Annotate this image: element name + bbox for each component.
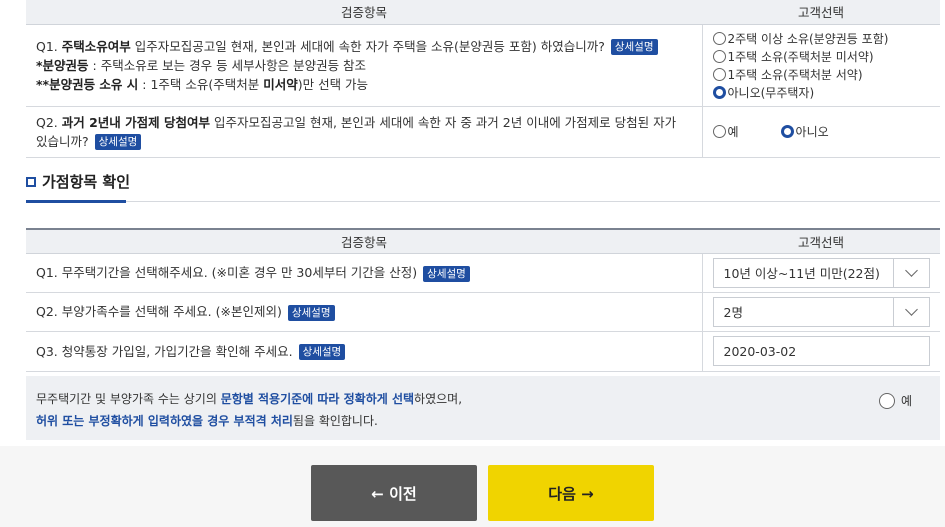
notice-line1a: 무주택기간 및 부양가족 수는 상기의 xyxy=(36,392,221,406)
q1-option-4[interactable]: 아니오(무주택자) xyxy=(712,83,931,101)
chevron-down-icon[interactable] xyxy=(893,258,929,287)
table2-row-q2: Q2. 부양가족수를 선택해 주세요. (※본인제외) 상세설명 2명 xyxy=(26,292,940,332)
q1-note1-label: *분양권등 xyxy=(36,57,89,73)
subscription-date-value: 2020-03-02 xyxy=(723,343,797,359)
table1-header-choice: 고객선택 xyxy=(702,0,940,25)
section-underline xyxy=(26,200,126,203)
table1-row-q2: Q2. 과거 2년내 가점제 당첨여부 입주자모집공고일 현재, 본인과 세대에… xyxy=(26,106,940,158)
q1-option-4-label: 아니오(무주택자) xyxy=(727,85,815,100)
homeless-period-select[interactable]: 10년 이상~11년 미만(22점) xyxy=(712,257,930,288)
q1-note1: : 주택소유로 보는 경우 등 세부사항은 분양권등 참조 xyxy=(88,57,367,73)
verification-table-1: 검증항목 고객선택 Q1. 주택소유여부 입주자모집공고일 현재, 본인과 세대… xyxy=(26,0,940,158)
q1-text: 입주자모집공고일 현재, 본인과 세대에 속한 자가 주택을 소유(분양권등 포… xyxy=(134,38,605,54)
q1-note2-label: **분양권등 소유 시 xyxy=(36,76,139,92)
q1-option-3-label: 1주택 소유(주택처분 서약) xyxy=(727,67,863,82)
radio-icon[interactable] xyxy=(712,31,726,45)
q2-detail-button[interactable]: 상세설명 xyxy=(94,134,142,150)
q1-option-1[interactable]: 2주택 이상 소유(분양권등 포함) xyxy=(712,29,931,47)
score-table-wrap: 검증항목 고객선택 Q1. 무주택기간을 선택해주세요. (※미혼 경우 만 3… xyxy=(26,228,940,372)
q2-option-no-label: 아니오 xyxy=(795,125,829,139)
section-title-text: 가점항목 확인 xyxy=(42,173,131,191)
q1-option-2[interactable]: 1주택 소유(주택처분 미서약) xyxy=(712,47,931,65)
t2-q2-text: Q2. 부양가족수를 선택해 주세요. (※본인제외) xyxy=(36,304,282,319)
table2-q3-question: Q3. 청약통장 가입일, 가입기간을 확인해 주세요. 상세설명 xyxy=(26,331,702,372)
table1-q2-options: 예 아니오 xyxy=(701,106,940,158)
t2-q1-detail-button[interactable]: 상세설명 xyxy=(423,265,470,282)
q2-title: 과거 2년내 가점제 당첨여부 xyxy=(61,114,211,130)
table1-row-q1: Q1. 주택소유여부 입주자모집공고일 현재, 본인과 세대에 속한 자가 주택… xyxy=(26,24,940,107)
subscription-date-field[interactable]: 2020-03-02 xyxy=(712,336,930,366)
radio-selected-icon[interactable] xyxy=(712,85,726,99)
table2-row-q3: Q3. 청약통장 가입일, 가입기간을 확인해 주세요. 상세설명 2020-0… xyxy=(26,331,940,372)
dependents-select[interactable]: 2명 xyxy=(712,296,930,327)
confirmation-notice: 무주택기간 및 부양가족 수는 상기의 문항별 적용기준에 따라 정확하게 선택… xyxy=(26,376,940,440)
verification-table-2: 검증항목 고객선택 Q1. 무주택기간을 선택해주세요. (※미혼 경우 만 3… xyxy=(26,228,940,372)
radio-icon[interactable] xyxy=(712,125,726,138)
q1-number: Q1. xyxy=(36,38,58,54)
table2-header-item: 검증항목 xyxy=(26,228,702,254)
table1-q2-question: Q2. 과거 2년내 가점제 당첨여부 입주자모집공고일 현재, 본인과 세대에… xyxy=(26,106,702,158)
prev-button[interactable]: ← 이전 xyxy=(311,465,477,521)
q2-option-yes[interactable]: 예 xyxy=(712,123,739,141)
homeless-period-value: 10년 이상~11년 미만(22점) xyxy=(723,266,880,281)
q2-option-yes-label: 예 xyxy=(727,125,739,139)
notice-line2a: 허위 또는 부정확하게 입력하였을 경우 부적격 처리 xyxy=(36,414,293,428)
square-bullet-icon xyxy=(26,176,36,187)
radio-icon[interactable] xyxy=(712,67,726,81)
q1-note2-emphasis: 미서약 xyxy=(263,76,298,92)
q1-detail-button[interactable]: 상세설명 xyxy=(610,39,658,55)
dependents-value: 2명 xyxy=(723,305,743,320)
table1-q1-question: Q1. 주택소유여부 입주자모집공고일 현재, 본인과 세대에 속한 자가 주택… xyxy=(26,24,702,107)
t2-q3-text: Q3. 청약통장 가입일, 가입기간을 확인해 주세요. xyxy=(36,343,293,359)
verification-table-wrap: 검증항목 고객선택 Q1. 주택소유여부 입주자모집공고일 현재, 본인과 세대… xyxy=(26,0,940,158)
chevron-down-icon[interactable] xyxy=(893,297,929,326)
next-button[interactable]: 다음 → xyxy=(488,465,654,521)
notice-line2b: 됨을 확인합니다. xyxy=(292,414,378,428)
notice-line1c: 하였으며, xyxy=(414,392,463,406)
section-title: 가점항목 확인 xyxy=(26,171,130,192)
q2-number: Q2. xyxy=(36,114,58,130)
agree-radio[interactable]: 예 xyxy=(878,390,912,412)
q1-title: 주택소유여부 xyxy=(61,38,131,54)
q1-option-2-label: 1주택 소유(주택처분 미서약) xyxy=(727,49,874,64)
table2-q1-choice: 10년 이상~11년 미만(22점) xyxy=(701,253,940,293)
t2-q3-detail-button[interactable]: 상세설명 xyxy=(298,344,346,360)
q1-note2b: )만 선택 가능 xyxy=(297,76,369,92)
q2-option-no[interactable]: 아니오 xyxy=(780,123,829,141)
table2-header-choice: 고객선택 xyxy=(702,228,940,254)
table1-header-item: 검증항목 xyxy=(26,0,702,25)
table2-row-q1: Q1. 무주택기간을 선택해주세요. (※미혼 경우 만 30세부터 기간을 산… xyxy=(26,253,940,293)
radio-selected-icon[interactable] xyxy=(780,125,794,138)
table2-q1-question: Q1. 무주택기간을 선택해주세요. (※미혼 경우 만 30세부터 기간을 산… xyxy=(26,253,702,293)
q1-option-3[interactable]: 1주택 소유(주택처분 서약) xyxy=(712,65,931,83)
q1-option-1-label: 2주택 이상 소유(분양권등 포함) xyxy=(727,31,889,46)
radio-icon[interactable] xyxy=(878,393,895,409)
table2-q3-choice: 2020-03-02 xyxy=(701,331,940,372)
q1-note2a: : 1주택 소유(주택처분 xyxy=(138,76,264,92)
notice-line1b: 문항별 적용기준에 따라 정확하게 선택 xyxy=(220,392,415,406)
agree-label: 예 xyxy=(900,394,912,408)
table1-q1-options: 2주택 이상 소유(분양권등 포함) 1주택 소유(주택처분 미서약) 1주택 … xyxy=(701,24,940,107)
table2-q2-choice: 2명 xyxy=(701,292,940,332)
radio-icon[interactable] xyxy=(712,49,726,63)
t2-q2-detail-button[interactable]: 상세설명 xyxy=(287,304,335,321)
table2-q2-question: Q2. 부양가족수를 선택해 주세요. (※본인제외) 상세설명 xyxy=(26,292,702,332)
t2-q1-text: Q1. 무주택기간을 선택해주세요. (※미혼 경우 만 30세부터 기간을 산… xyxy=(36,265,418,280)
section-divider xyxy=(126,201,940,202)
